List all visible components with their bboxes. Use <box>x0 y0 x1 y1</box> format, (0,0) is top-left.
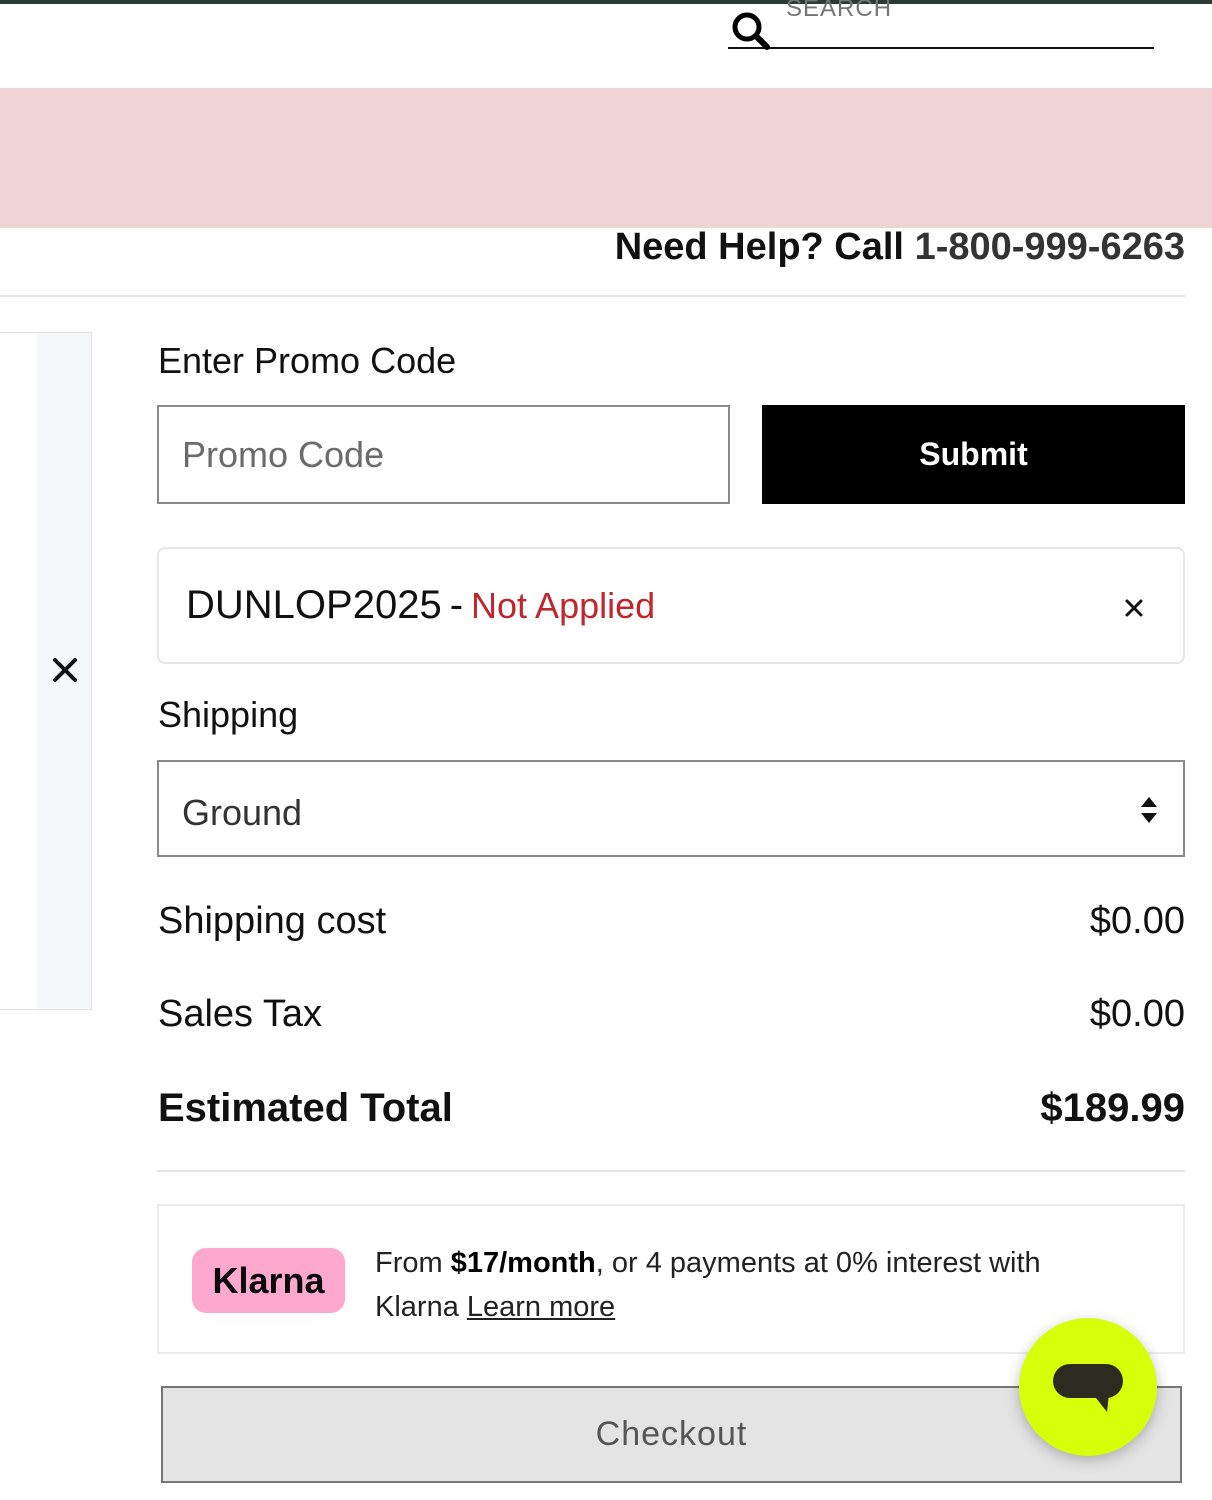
select-arrows-icon <box>1141 797 1157 823</box>
klarna-monthly-amount: $17/month <box>450 1247 596 1279</box>
chat-button[interactable] <box>1019 1318 1157 1456</box>
shipping-cost-label: Shipping cost <box>158 900 387 942</box>
summary-divider <box>157 1170 1185 1172</box>
estimated-total-value: $189.99 <box>1040 1086 1185 1130</box>
promo-code-value: DUNLOP2025 <box>186 583 442 627</box>
promo-separator: - <box>449 583 464 627</box>
sales-tax-value: $0.00 <box>1089 993 1185 1035</box>
shipping-cost-row: Shipping cost $0.00 <box>158 900 1185 943</box>
promo-banner <box>0 88 1212 228</box>
klarna-from: From <box>375 1247 443 1279</box>
search-input[interactable] <box>786 0 1146 26</box>
shipping-label: Shipping <box>158 694 299 735</box>
promo-code-field[interactable] <box>157 405 730 504</box>
help-phone-link[interactable]: 1-800-999-6263 <box>915 226 1185 268</box>
estimated-total-label: Estimated Total <box>158 1086 453 1130</box>
shipping-method-select[interactable]: Ground <box>157 760 1185 857</box>
header-divider <box>0 295 1185 297</box>
sales-tax-row: Sales Tax $0.00 <box>158 993 1185 1036</box>
klarna-message: From $17/month, or 4 payments at 0% inte… <box>375 1241 1115 1329</box>
remove-promo-icon[interactable] <box>1125 599 1143 617</box>
klarna-financing-card: Klarna From $17/month, or 4 payments at … <box>157 1204 1185 1354</box>
klarna-logo: Klarna <box>192 1248 345 1313</box>
applied-promo-card: DUNLOP2025- Not Applied <box>157 547 1185 664</box>
side-drawer-strip <box>0 333 37 1009</box>
search-bar[interactable] <box>728 0 1154 50</box>
search-icon[interactable] <box>730 10 770 50</box>
close-icon[interactable] <box>50 655 80 685</box>
shipping-cost-value: $0.00 <box>1089 900 1185 942</box>
submit-promo-button[interactable]: Submit <box>762 405 1185 504</box>
promo-code-input[interactable] <box>159 407 728 502</box>
estimated-total-row: Estimated Total $189.99 <box>158 1086 1185 1131</box>
help-line: Need Help? Call 1-800-999-6263 <box>615 226 1185 269</box>
help-prefix: Need Help? Call <box>614 226 904 268</box>
chat-bubble-icon <box>1053 1364 1123 1412</box>
shipping-selected-value: Ground <box>182 792 303 833</box>
promo-code-label: Enter Promo Code <box>158 340 457 381</box>
klarna-learn-more-link[interactable]: Learn more <box>467 1291 615 1323</box>
applied-promo-text: DUNLOP2025- Not Applied <box>186 583 655 628</box>
sales-tax-label: Sales Tax <box>158 993 323 1035</box>
promo-status: Not Applied <box>471 585 656 626</box>
